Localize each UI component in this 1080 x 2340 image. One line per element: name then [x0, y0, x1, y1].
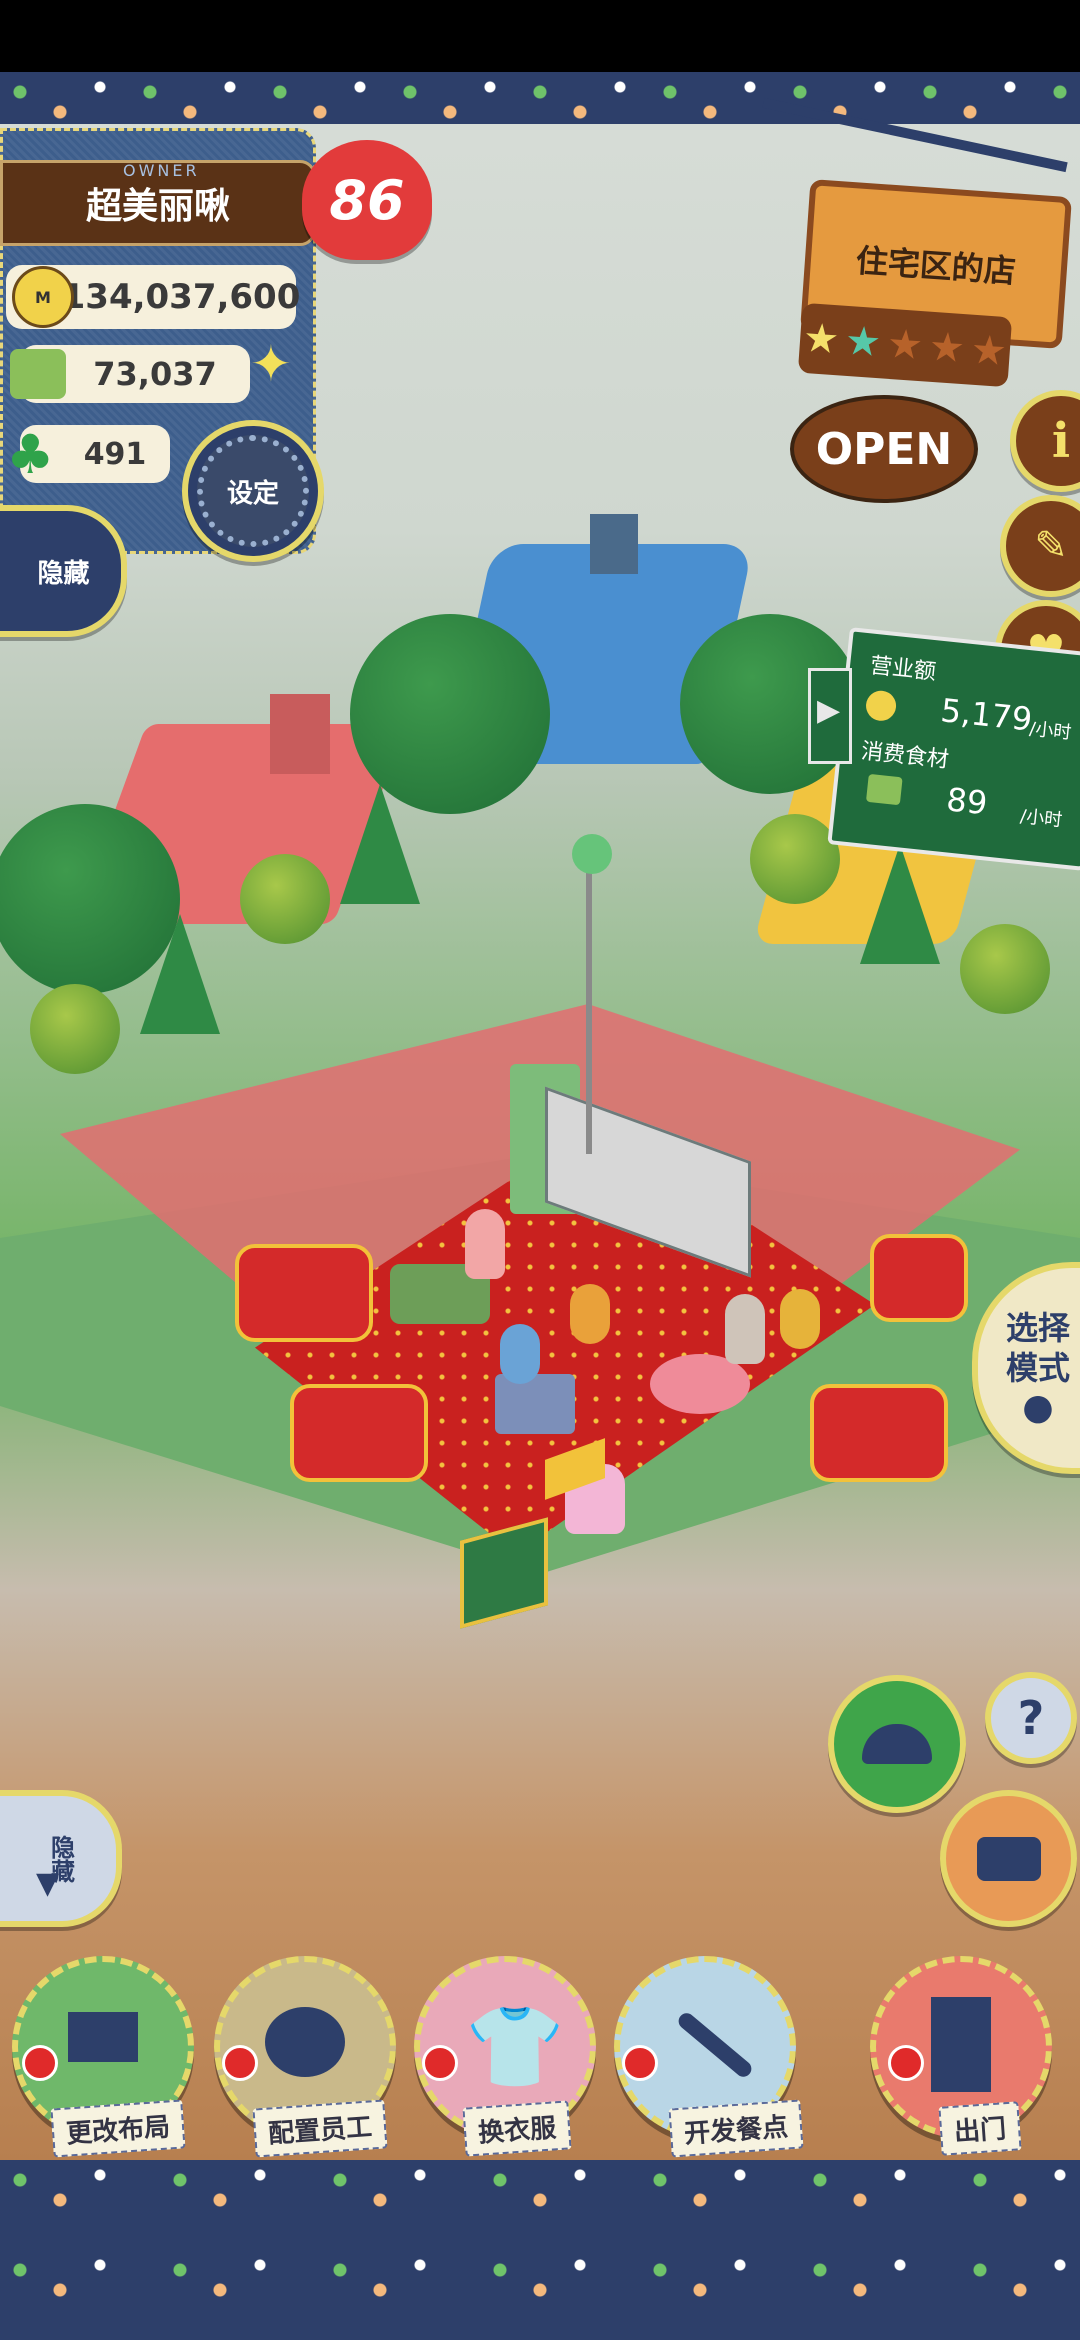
notification-pin: [622, 2045, 658, 2081]
tree: [750, 814, 840, 904]
ingredients-counter: 73,037: [10, 345, 250, 403]
money-value: 134,037,600: [61, 277, 301, 317]
shop-name: 住宅区的店: [854, 241, 1017, 291]
table-icon: [68, 2012, 138, 2062]
customer[interactable]: [780, 1289, 820, 1349]
open-status: OPEN: [815, 423, 953, 475]
mode-label-1: 选择: [1005, 1309, 1070, 1347]
sparkle-icon: ✦: [250, 335, 292, 393]
settings-label: 设定: [197, 435, 309, 547]
rabbit-staff[interactable]: [465, 1209, 505, 1279]
info-icon: i: [1051, 413, 1071, 469]
tree: [240, 854, 330, 944]
cash-register-table: [495, 1374, 575, 1434]
mode-label-2: 模式: [1005, 1349, 1070, 1387]
knife-icon: [675, 2009, 755, 2081]
reindeer-sleigh: [810, 1384, 948, 1482]
basket-icon: [865, 773, 903, 806]
tree: [960, 924, 1050, 1014]
bear-head-icon: ●: [1022, 1387, 1054, 1428]
street-lamp: [586, 854, 592, 1154]
customer[interactable]: [570, 1284, 610, 1344]
hat-button[interactable]: [828, 1675, 966, 1813]
reindeer-sleigh: [290, 1384, 428, 1482]
menu-label: 更改布局: [50, 2099, 186, 2158]
clover-counter: ♣ 491: [6, 423, 170, 486]
basket-icon: [10, 349, 66, 399]
chimney: [590, 514, 638, 574]
open-sign[interactable]: OPEN: [790, 395, 978, 503]
book-icon: ✎: [1034, 523, 1068, 569]
notification-pin: [22, 2045, 58, 2081]
hide-bottom-button[interactable]: 隐藏 ▼: [0, 1790, 122, 1927]
mouse-staff[interactable]: [725, 1294, 765, 1364]
camera-button[interactable]: [940, 1790, 1077, 1927]
star-empty-icon: ★: [927, 323, 967, 373]
status-bar-area: [0, 0, 1080, 72]
coin-icon: [864, 689, 898, 723]
chevron-right-icon: ▶: [817, 693, 841, 728]
menu-label: 换衣服: [462, 2100, 572, 2157]
notification-pin: [888, 2045, 924, 2081]
ingredients-value: 73,037: [93, 355, 217, 393]
menu-label: 出门: [938, 2101, 1022, 2156]
top-star-border: [0, 72, 1080, 124]
tree: [30, 984, 120, 1074]
reindeer-sleigh: [870, 1234, 968, 1322]
settings-button[interactable]: 设定: [182, 420, 324, 562]
bottom-menu-bar: 更改布局 配置员工 👕 换衣服 开发餐点 出门: [0, 1950, 1080, 2170]
star-filled-icon: ★: [801, 314, 841, 364]
bear-head-icon: [265, 2007, 345, 2077]
owner-tag: OWNER: [123, 161, 200, 180]
board-expand-tab[interactable]: ▶: [808, 668, 852, 764]
revenue-unit: /小时: [1028, 718, 1073, 744]
coin-icon: M: [12, 266, 74, 328]
owner-name: 超美丽啾: [85, 186, 230, 227]
help-button[interactable]: ?: [985, 1672, 1077, 1764]
revenue-label: 营业额: [868, 653, 938, 686]
reindeer-sleigh: [235, 1244, 373, 1342]
shirt-icon: 👕: [465, 2000, 565, 2093]
bottom-star-border: [0, 2160, 1080, 2340]
star-empty-icon: ★: [885, 320, 925, 370]
clover-icon: ♣: [6, 422, 55, 486]
customer[interactable]: [500, 1324, 540, 1384]
hat-icon: [862, 1724, 932, 1764]
chimney: [270, 694, 330, 774]
menu-label: 配置员工: [252, 2099, 388, 2158]
notification-pin: [422, 2045, 458, 2081]
pine-tree: [340, 784, 420, 904]
pine-tree: [140, 914, 220, 1034]
arrow-down-icon: ▼: [36, 1866, 60, 1901]
consume-unit: /小时: [1019, 805, 1064, 832]
pine-tree: [860, 844, 940, 964]
camera-icon: [976, 1836, 1041, 1881]
money-counter: M 134,037,600: [6, 265, 300, 329]
level-heart-badge: 86: [302, 140, 432, 260]
star-filled-icon: ★: [843, 317, 883, 367]
sales-board[interactable]: 营业额 5,179 /小时 消费食材 89 /小时: [827, 627, 1080, 871]
consume-value: 89: [944, 780, 990, 823]
clover-value: 491: [83, 436, 147, 472]
question-icon: ?: [1017, 1691, 1045, 1745]
revenue-value: 5,179: [938, 691, 1035, 739]
notification-pin: [222, 2045, 258, 2081]
star-empty-icon: ★: [969, 326, 1009, 376]
consume-label: 消费食材: [859, 739, 951, 774]
shop-rating-stars: ★ ★ ★ ★ ★: [797, 302, 1013, 388]
hide-top-label: 隐藏: [37, 558, 90, 589]
menu-label: 开发餐点: [668, 2099, 804, 2158]
owner-name-plate[interactable]: OWNER 超美丽啾: [0, 160, 316, 246]
door-icon: [931, 1997, 991, 2092]
level-value: 86: [329, 168, 405, 232]
hide-top-button[interactable]: 隐藏: [0, 505, 127, 637]
lamp-bulb: [572, 834, 612, 874]
